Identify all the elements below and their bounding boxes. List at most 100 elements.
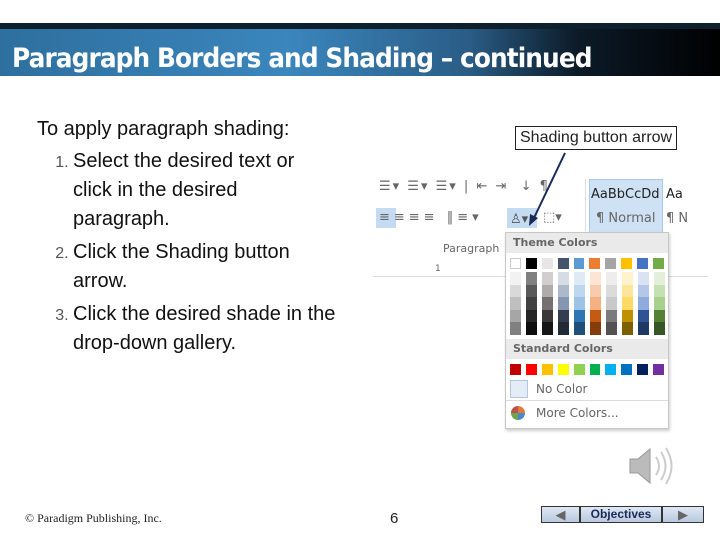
- color-swatch[interactable]: [637, 258, 649, 269]
- color-swatch[interactable]: [622, 272, 633, 285]
- color-swatch[interactable]: [621, 258, 633, 269]
- page-number: 6: [390, 510, 399, 527]
- copyright: © Paradigm Publishing, Inc.: [25, 511, 162, 525]
- color-swatch[interactable]: [510, 363, 521, 375]
- color-swatch[interactable]: [606, 284, 617, 298]
- color-swatch[interactable]: [574, 322, 585, 335]
- step: Click the desired shade in the drop-down…: [73, 300, 337, 358]
- color-swatch[interactable]: [510, 272, 521, 285]
- color-swatch[interactable]: [558, 284, 569, 298]
- group-label: Paragraph: [443, 242, 500, 255]
- color-swatch[interactable]: [510, 258, 521, 269]
- more-colors-label: More Colors...: [536, 405, 619, 420]
- color-swatch[interactable]: [606, 322, 617, 335]
- speaker-icon[interactable]: [628, 445, 678, 487]
- color-swatch[interactable]: [574, 297, 585, 310]
- borders-button: ⬚▾: [543, 210, 562, 225]
- color-swatch[interactable]: [653, 258, 664, 269]
- color-swatch[interactable]: [638, 284, 649, 298]
- color-swatch[interactable]: [654, 272, 665, 285]
- color-swatch[interactable]: [542, 284, 553, 298]
- color-swatch[interactable]: [606, 309, 617, 323]
- color-swatch[interactable]: [526, 297, 537, 310]
- color-swatch[interactable]: [590, 272, 601, 285]
- tint-column: [622, 272, 633, 335]
- no-color-option[interactable]: No Color: [506, 378, 668, 401]
- color-swatch[interactable]: [653, 363, 665, 375]
- ruler-mark: 1: [435, 264, 441, 274]
- color-swatch[interactable]: [605, 258, 617, 269]
- color-swatch[interactable]: [622, 322, 633, 335]
- color-swatch[interactable]: [638, 297, 649, 310]
- color-swatch[interactable]: [541, 363, 553, 375]
- color-swatch[interactable]: [637, 363, 649, 375]
- color-swatch[interactable]: [525, 258, 537, 269]
- color-swatch[interactable]: [557, 258, 569, 269]
- tint-column: [574, 272, 585, 335]
- color-swatch[interactable]: [573, 363, 585, 375]
- color-swatch[interactable]: [638, 272, 649, 285]
- color-swatch[interactable]: [622, 297, 633, 310]
- color-swatch[interactable]: [622, 309, 633, 323]
- theme-colors-header: Theme Colors: [506, 233, 668, 253]
- color-swatch[interactable]: [654, 309, 665, 323]
- callout-label: Shading button arrow: [515, 126, 678, 150]
- color-swatch[interactable]: [558, 297, 569, 310]
- color-swatch[interactable]: [510, 322, 521, 335]
- align-buttons: ≡≡≡≡ ‖≡▾: [379, 210, 483, 225]
- color-swatch[interactable]: [589, 363, 601, 375]
- standard-colors-header: Standard Colors: [506, 338, 668, 359]
- color-swatch[interactable]: [558, 322, 569, 335]
- color-swatch[interactable]: [606, 272, 617, 285]
- style-name: ¶ N: [666, 211, 689, 226]
- tint-column: [654, 272, 665, 335]
- color-swatch[interactable]: [622, 284, 633, 298]
- color-swatch[interactable]: [541, 258, 553, 269]
- color-swatch[interactable]: [542, 309, 553, 323]
- shading-button: ♙▾: [507, 208, 537, 228]
- color-swatch[interactable]: [589, 258, 601, 269]
- tint-column: [558, 272, 569, 335]
- color-swatch[interactable]: [573, 258, 585, 269]
- color-swatch[interactable]: [590, 309, 601, 323]
- color-swatch[interactable]: [526, 309, 537, 323]
- color-swatch[interactable]: [590, 297, 601, 310]
- color-swatch[interactable]: [558, 309, 569, 323]
- color-swatch[interactable]: [526, 322, 537, 335]
- more-colors-option[interactable]: More Colors...: [506, 401, 668, 425]
- color-swatch[interactable]: [510, 309, 521, 323]
- color-swatch[interactable]: [542, 297, 553, 310]
- color-swatch[interactable]: [510, 297, 521, 310]
- color-swatch[interactable]: [574, 309, 585, 323]
- next-button[interactable]: ▶: [662, 506, 704, 523]
- color-swatch[interactable]: [606, 297, 617, 310]
- color-swatch[interactable]: [526, 284, 537, 298]
- color-swatch[interactable]: [590, 322, 601, 335]
- color-swatch[interactable]: [574, 284, 585, 298]
- color-swatch[interactable]: [605, 363, 617, 375]
- step: Click the Shading button arrow.: [73, 238, 337, 296]
- color-swatch[interactable]: [638, 322, 649, 335]
- color-swatch[interactable]: [654, 284, 665, 298]
- color-swatch[interactable]: [574, 272, 585, 285]
- color-swatch[interactable]: [542, 322, 553, 335]
- tint-column: [590, 272, 601, 335]
- styles-gallery: AaBbCcDd ¶ Normal Aa ¶ N: [585, 179, 711, 236]
- color-swatch[interactable]: [638, 309, 649, 323]
- color-swatch[interactable]: [526, 272, 537, 285]
- tint-column: [638, 272, 649, 335]
- color-swatch[interactable]: [558, 272, 569, 285]
- color-swatch[interactable]: [557, 363, 569, 375]
- color-swatch[interactable]: [654, 297, 665, 310]
- title-bar: Paragraph Borders and Shading – continue…: [0, 23, 720, 76]
- color-swatch[interactable]: [510, 284, 521, 298]
- previous-button[interactable]: ◀: [541, 506, 580, 523]
- style-name: ¶ Normal: [596, 211, 656, 226]
- paint-bucket-icon: ♙▾: [510, 212, 529, 227]
- color-swatch[interactable]: [542, 272, 553, 285]
- color-swatch[interactable]: [590, 284, 601, 298]
- color-swatch[interactable]: [621, 363, 633, 375]
- objectives-button[interactable]: Objectives: [580, 506, 662, 523]
- color-swatch[interactable]: [525, 363, 537, 375]
- color-swatch[interactable]: [654, 322, 665, 335]
